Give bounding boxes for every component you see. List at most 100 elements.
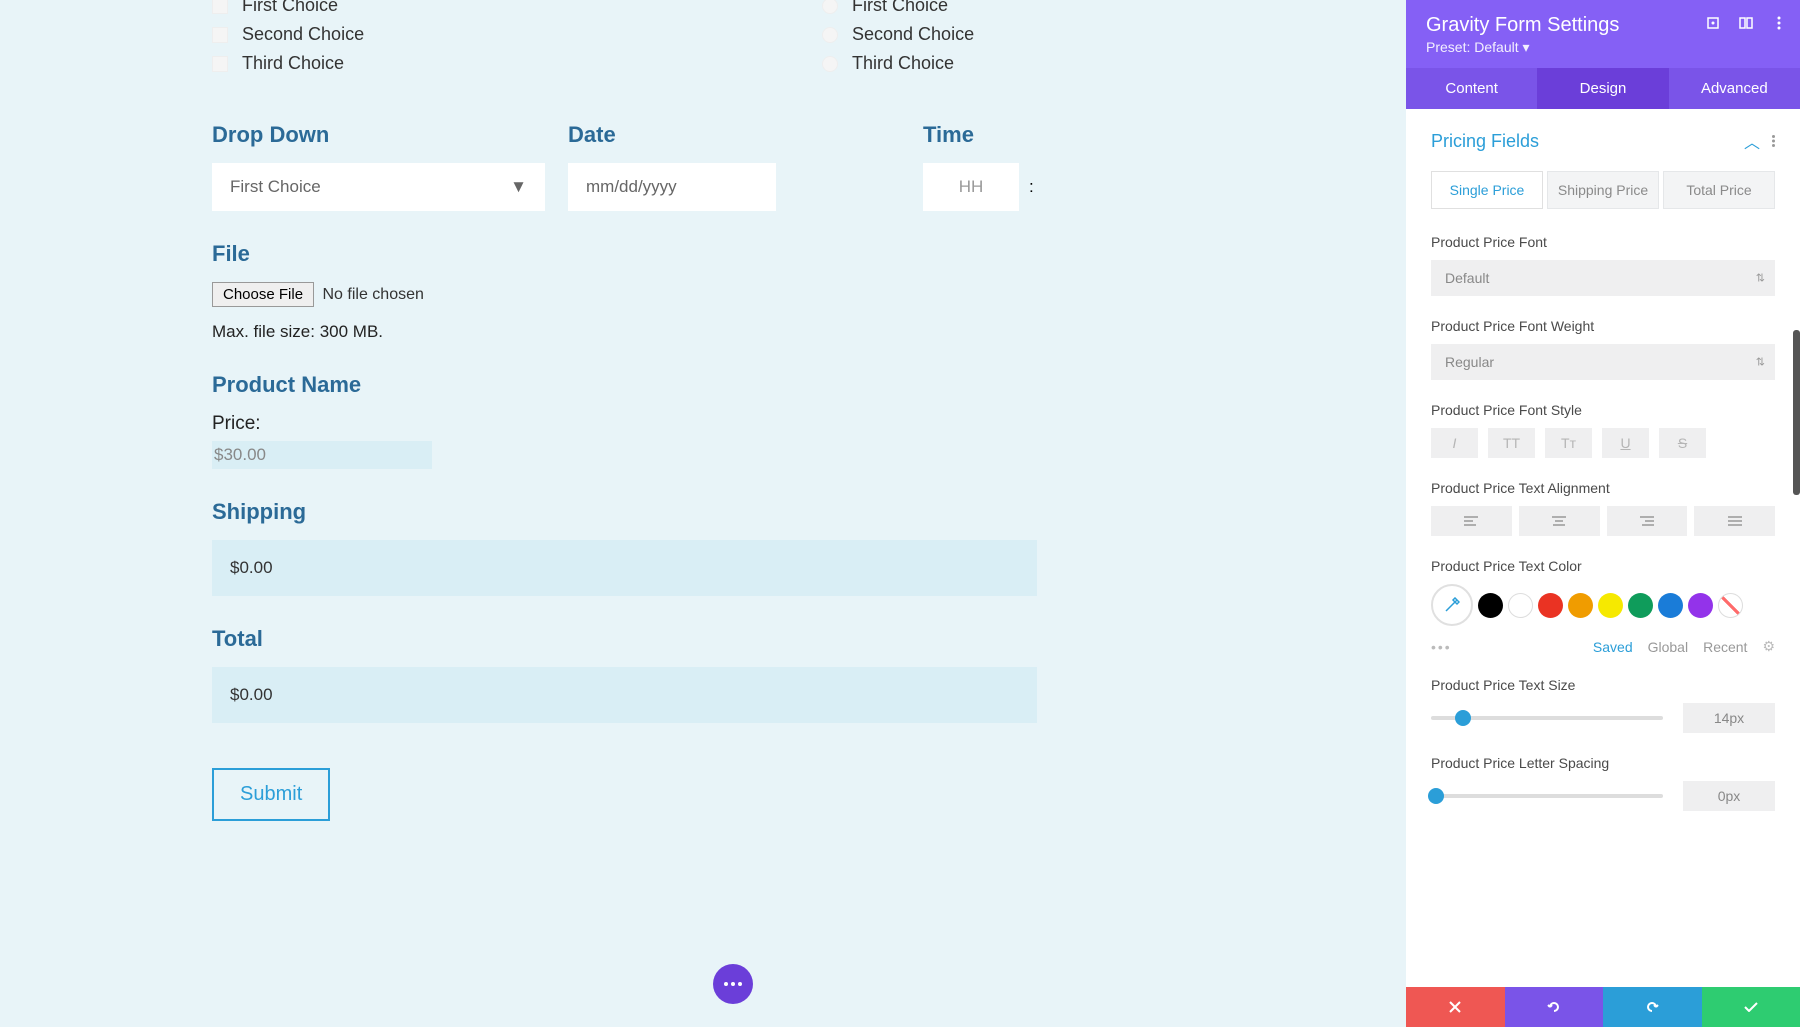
panel-body[interactable]: Pricing Fields ︿ Single Price Shipping P… <box>1406 109 1800 987</box>
select-arrows-icon: ⇅ <box>1756 356 1765 369</box>
redo-icon <box>1645 1000 1659 1014</box>
color-label: Product Price Text Color <box>1431 558 1775 574</box>
shipping-label: Shipping <box>212 499 1406 525</box>
time-label: Time <box>923 122 1034 148</box>
radio-label: Third Choice <box>852 53 954 74</box>
file-hint: Max. file size: 300 MB. <box>212 322 1406 342</box>
subtab-total-price[interactable]: Total Price <box>1663 171 1775 209</box>
chevron-down-icon: ▾ <box>1523 39 1530 55</box>
columns-icon[interactable] <box>1737 14 1755 32</box>
strikethrough-button[interactable]: S <box>1659 428 1706 458</box>
style-label: Product Price Font Style <box>1431 402 1775 418</box>
total-label: Total <box>212 626 1406 652</box>
scrollbar[interactable] <box>1793 330 1800 495</box>
save-button[interactable] <box>1702 987 1800 1027</box>
file-label: File <box>212 241 1406 267</box>
close-icon <box>1449 1001 1461 1013</box>
checkbox-item[interactable]: Second Choice <box>212 24 742 45</box>
gear-icon[interactable]: ⚙ <box>1762 638 1775 655</box>
check-icon <box>1744 1002 1758 1012</box>
color-black[interactable] <box>1478 593 1503 618</box>
radio-icon <box>822 0 838 14</box>
settings-tabs: Content Design Advanced <box>1406 68 1800 109</box>
size-value[interactable]: 14px <box>1683 703 1775 733</box>
undo-button[interactable] <box>1505 987 1604 1027</box>
align-right-button[interactable] <box>1607 506 1688 536</box>
color-purple[interactable] <box>1688 593 1713 618</box>
select-arrows-icon: ⇅ <box>1756 272 1765 285</box>
more-colors-icon[interactable]: ••• <box>1431 639 1452 655</box>
form-preview: First Choice Second Choice Third Choice … <box>0 0 1406 1027</box>
time-separator: : <box>1029 177 1034 197</box>
cancel-button[interactable] <box>1406 987 1505 1027</box>
submit-button[interactable]: Submit <box>212 768 330 821</box>
file-status: No file chosen <box>323 286 424 303</box>
color-none[interactable] <box>1718 593 1743 618</box>
redo-button[interactable] <box>1603 987 1702 1027</box>
tab-design[interactable]: Design <box>1537 68 1668 109</box>
color-red[interactable] <box>1538 593 1563 618</box>
spacing-value[interactable]: 0px <box>1683 781 1775 811</box>
checkbox-group: First Choice Second Choice Third Choice <box>212 0 742 82</box>
radio-item[interactable]: First Choice <box>822 0 974 16</box>
dropdown-select[interactable]: First Choice ▼ <box>212 163 545 211</box>
radio-group: First Choice Second Choice Third Choice <box>822 0 974 82</box>
chevron-down-icon: ▼ <box>510 177 527 197</box>
checkbox-icon <box>212 0 228 14</box>
more-icon <box>724 982 742 986</box>
checkbox-label: Second Choice <box>242 24 364 45</box>
weight-select[interactable]: Regular⇅ <box>1431 344 1775 380</box>
time-hour-input[interactable]: HH <box>923 163 1019 211</box>
settings-header: Gravity Form Settings Preset: Default ▾ <box>1406 0 1800 68</box>
radio-item[interactable]: Second Choice <box>822 24 974 45</box>
checkbox-label: Third Choice <box>242 53 344 74</box>
smallcaps-button[interactable]: Tᴛ <box>1545 428 1592 458</box>
spacing-slider[interactable] <box>1431 794 1663 798</box>
date-input[interactable]: mm/dd/yyyy <box>568 163 776 211</box>
align-justify-button[interactable] <box>1694 506 1775 536</box>
font-select[interactable]: Default⇅ <box>1431 260 1775 296</box>
more-icon[interactable] <box>1770 14 1788 32</box>
more-icon[interactable] <box>1772 135 1775 147</box>
color-tab-global[interactable]: Global <box>1648 639 1688 655</box>
price-label: Price: <box>212 413 1406 435</box>
color-orange[interactable] <box>1568 593 1593 618</box>
section-title: Pricing Fields <box>1431 131 1539 152</box>
fab-menu-button[interactable] <box>713 964 753 1004</box>
bottom-bar <box>1406 987 1800 1027</box>
dropdown-value: First Choice <box>230 177 321 197</box>
color-tab-saved[interactable]: Saved <box>1593 639 1633 655</box>
size-slider[interactable] <box>1431 716 1663 720</box>
responsive-icon[interactable] <box>1704 14 1722 32</box>
radio-item[interactable]: Third Choice <box>822 53 974 74</box>
choose-file-button[interactable]: Choose File <box>212 282 314 307</box>
color-blue[interactable] <box>1658 593 1683 618</box>
checkbox-item[interactable]: First Choice <box>212 0 742 16</box>
slider-thumb[interactable] <box>1428 788 1444 804</box>
subtab-shipping-price[interactable]: Shipping Price <box>1547 171 1659 209</box>
preset-label[interactable]: Preset: Default ▾ <box>1426 39 1780 56</box>
eyedropper-button[interactable] <box>1431 584 1473 626</box>
tab-advanced[interactable]: Advanced <box>1669 68 1800 109</box>
align-left-button[interactable] <box>1431 506 1512 536</box>
underline-button[interactable]: U <box>1602 428 1649 458</box>
date-label: Date <box>568 122 776 148</box>
chevron-up-icon[interactable]: ︿ <box>1744 129 1760 153</box>
font-label: Product Price Font <box>1431 234 1775 250</box>
total-value: $0.00 <box>212 667 1037 723</box>
radio-label: First Choice <box>852 0 948 16</box>
uppercase-button[interactable]: TT <box>1488 428 1535 458</box>
color-green[interactable] <box>1628 593 1653 618</box>
product-label: Product Name <box>212 372 1406 398</box>
italic-button[interactable]: I <box>1431 428 1478 458</box>
color-yellow[interactable] <box>1598 593 1623 618</box>
align-center-button[interactable] <box>1519 506 1600 536</box>
tab-content[interactable]: Content <box>1406 68 1537 109</box>
color-white[interactable] <box>1508 593 1533 618</box>
radio-icon <box>822 56 838 72</box>
checkbox-item[interactable]: Third Choice <box>212 53 742 74</box>
shipping-value: $0.00 <box>212 540 1037 596</box>
slider-thumb[interactable] <box>1455 710 1471 726</box>
color-tab-recent[interactable]: Recent <box>1703 639 1747 655</box>
subtab-single-price[interactable]: Single Price <box>1431 171 1543 209</box>
